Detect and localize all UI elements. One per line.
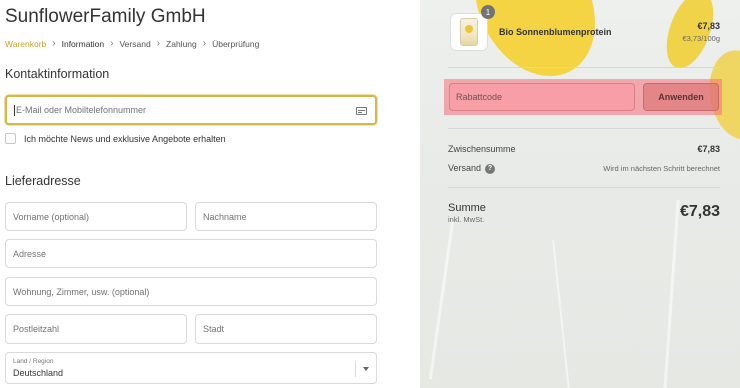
contact-section-title: Kontaktinformation (5, 67, 110, 81)
apply-discount-button[interactable]: Anwenden (643, 83, 719, 111)
chevron-right-icon: › (110, 38, 114, 49)
product-unit-price: €3,73/100g (682, 34, 720, 43)
breadcrumb-payment: Zahlung (166, 38, 197, 49)
postal-code-placeholder: Postleitzahl (13, 324, 60, 334)
apartment-field[interactable]: Wohnung, Zimmer, usw. (optional) (5, 277, 377, 306)
breadcrumb: Warenkorb › Information › Versand › Zahl… (5, 38, 259, 49)
shipping-row: Versand? (448, 163, 496, 174)
shipping-label: Versand (448, 163, 482, 173)
breadcrumb-information: Information (61, 38, 105, 49)
product-package-icon (460, 18, 478, 46)
email-field[interactable]: E-Mail oder Mobiltelefonnummer (5, 95, 377, 125)
contact-card-icon (356, 107, 367, 115)
first-name-placeholder: Vorname (optional) (13, 211, 90, 222)
discount-code-placeholder: Rabattcode (456, 92, 503, 102)
subtotal-value: €7,83 (697, 144, 720, 154)
product-name: Bio Sonnenblumenprotein (499, 27, 612, 37)
divider (448, 128, 720, 129)
apartment-placeholder: Wohnung, Zimmer, usw. (optional) (13, 286, 150, 297)
text-caret (14, 104, 15, 116)
chevron-down-icon (363, 367, 369, 371)
breadcrumb-shipping: Versand (119, 38, 151, 49)
checkout-main: SunflowerFamily GmbH Warenkorb › Informa… (0, 0, 420, 388)
divider (448, 187, 720, 188)
country-value: Deutschland (13, 368, 64, 378)
city-field[interactable]: Stadt (195, 314, 377, 344)
newsletter-option[interactable]: Ich möchte News und exklusive Angebote e… (5, 133, 226, 144)
last-name-field[interactable]: Nachname (195, 202, 377, 231)
chevron-right-icon: › (202, 38, 207, 49)
help-icon[interactable]: ? (485, 163, 496, 174)
newsletter-label: Ich möchte News und exklusive Angebote e… (24, 133, 226, 144)
chevron-right-icon: › (156, 38, 161, 49)
city-placeholder: Stadt (203, 324, 225, 334)
product-image (450, 13, 488, 51)
shipping-section-title: Lieferadresse (5, 174, 81, 188)
discount-highlight: Rabattcode Anwenden (444, 79, 722, 115)
address-field[interactable]: Adresse (5, 239, 377, 268)
first-name-field[interactable]: Vorname (optional) (5, 202, 187, 231)
subtotal-label: Zwischensumme (448, 144, 516, 154)
shop-title: SunflowerFamily GmbH (5, 6, 206, 27)
email-placeholder: E-Mail oder Mobiltelefonnummer (16, 105, 147, 115)
shipping-value: Wird im nächsten Schritt berechnet (603, 164, 720, 173)
divider (448, 67, 720, 68)
select-divider (355, 361, 356, 377)
newsletter-checkbox[interactable] (5, 133, 16, 144)
total-tax-note: inkl. MwSt. (448, 215, 485, 224)
product-price: €7,83 (697, 21, 720, 31)
country-label: Land / Region (13, 358, 54, 365)
background-streak (552, 240, 570, 388)
chevron-right-icon: › (52, 38, 56, 49)
address-placeholder: Adresse (13, 248, 47, 259)
background-streak (663, 200, 680, 388)
total-label: Summe (448, 202, 486, 214)
discount-code-input[interactable]: Rabattcode (449, 83, 635, 111)
order-summary: 1 Bio Sonnenblumenprotein €7,83 €3,73/10… (420, 0, 740, 388)
last-name-placeholder: Nachname (203, 211, 247, 222)
breadcrumb-review: Überprüfung (212, 38, 260, 49)
total-value: €7,83 (679, 203, 720, 220)
country-select[interactable]: Land / Region Deutschland (5, 352, 377, 384)
quantity-badge: 1 (481, 5, 495, 19)
background-streak (428, 220, 455, 380)
postal-code-field[interactable]: Postleitzahl (5, 314, 187, 344)
breadcrumb-cart[interactable]: Warenkorb (5, 39, 46, 49)
